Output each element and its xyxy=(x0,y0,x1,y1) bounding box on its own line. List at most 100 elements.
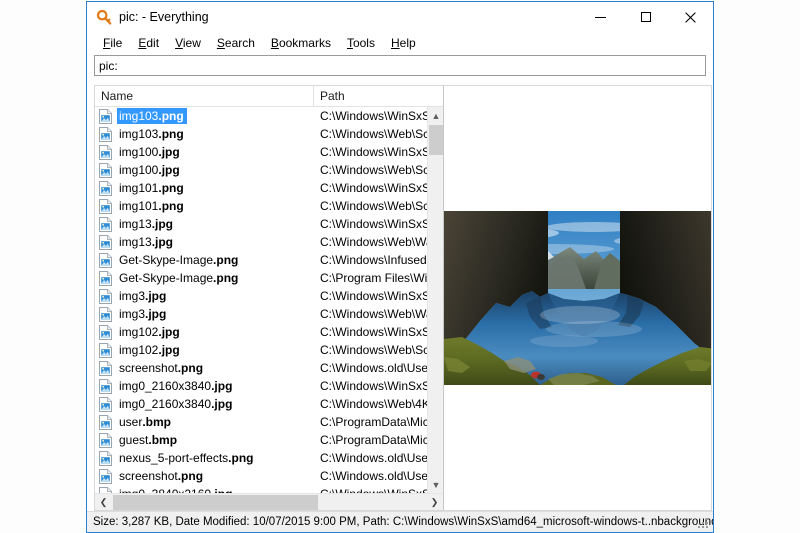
table-row[interactable]: img13.jpgC:\Windows\Web\Wa xyxy=(95,233,443,251)
image-file-icon xyxy=(99,199,112,214)
cell-path: C:\Windows\Web\Scr xyxy=(314,199,443,213)
file-extension: .jpg xyxy=(158,145,179,159)
table-row[interactable]: img0_2160x3840.jpgC:\Windows\Web\4K\ xyxy=(95,395,443,413)
table-row[interactable]: screenshot.pngC:\Windows.old\Users xyxy=(95,359,443,377)
magnifier-key-icon xyxy=(95,8,113,26)
menu-help-accel: H xyxy=(391,36,400,50)
image-file-icon xyxy=(99,325,112,340)
file-name-highlight: img101.png xyxy=(117,198,187,214)
menu-bookmarks[interactable]: Bookmarks xyxy=(263,34,339,52)
file-extension: .jpg xyxy=(152,235,173,249)
table-row[interactable]: Get-Skype-Image.pngC:\Windows\InfusedA xyxy=(95,251,443,269)
search-input[interactable] xyxy=(94,55,706,76)
file-name-highlight: img101.png xyxy=(117,180,187,196)
scroll-up-button[interactable]: ▲ xyxy=(428,107,443,124)
file-name-highlight: img102.jpg xyxy=(117,342,183,358)
scroll-down-button[interactable]: ▼ xyxy=(428,476,443,493)
menu-bookmarks-accel: B xyxy=(271,36,279,50)
table-row[interactable]: nexus_5-port-effects.png C:\Windows.old\U… xyxy=(95,449,443,467)
table-row[interactable]: user.bmp C:\ProgramData\Micr xyxy=(95,413,443,431)
resize-grip-icon[interactable] xyxy=(698,518,710,530)
menu-search[interactable]: Search xyxy=(209,34,263,52)
menu-bar: File Edit View Search Bookmarks Tools He… xyxy=(87,32,713,53)
horizontal-scrollbar[interactable]: ❮ ❯ xyxy=(95,493,443,510)
image-file-icon xyxy=(99,253,112,268)
cell-name: img101.png xyxy=(95,198,314,214)
table-row[interactable]: img102.jpgC:\Windows\WinSxS\a xyxy=(95,323,443,341)
minimize-button[interactable] xyxy=(578,2,623,32)
cell-name: img0_2160x3840.jpg xyxy=(95,378,314,394)
menu-file-rest: ile xyxy=(110,36,122,50)
file-name-highlight: nexus_5-port-effects.png xyxy=(117,450,257,466)
vertical-scrollbar-thumb[interactable] xyxy=(429,125,443,155)
search-bar xyxy=(87,53,713,85)
close-button[interactable] xyxy=(668,2,713,32)
menu-help[interactable]: Help xyxy=(383,34,424,52)
cell-name: guest.bmp xyxy=(95,432,314,448)
file-name-highlight: img13.jpg xyxy=(117,216,176,232)
file-extension: .jpg xyxy=(145,307,166,321)
file-name: Get-Skype-Image.png xyxy=(119,271,238,285)
menu-bookmarks-rest: ookmarks xyxy=(279,36,331,50)
file-name-highlight: img0_2160x3840.jpg xyxy=(117,378,235,394)
file-name-highlight: img103.png xyxy=(117,126,187,142)
image-file-icon xyxy=(99,343,112,358)
menu-edit[interactable]: Edit xyxy=(130,34,167,52)
cell-name: Get-Skype-Image.png xyxy=(95,252,314,268)
file-extension: .jpg xyxy=(158,163,179,177)
cell-name: user.bmp xyxy=(95,414,314,430)
table-row[interactable]: guest.bmpC:\ProgramData\Micr xyxy=(95,431,443,449)
image-file-icon xyxy=(99,379,112,394)
table-row[interactable]: img101.pngC:\Windows\WinSxS\a xyxy=(95,179,443,197)
cell-name: screenshot.png xyxy=(95,360,314,376)
file-name: nexus_5-port-effects.png xyxy=(119,451,254,465)
file-name-highlight: Get-Skype-Image.png xyxy=(117,270,241,286)
column-header-name[interactable]: Name xyxy=(95,86,314,106)
table-row[interactable]: img3.jpgC:\Windows\Web\Wa xyxy=(95,305,443,323)
table-row[interactable]: screenshot.pngC:\Windows.old\Users xyxy=(95,467,443,485)
cell-name: img3.jpg xyxy=(95,306,314,322)
scroll-left-button[interactable]: ❮ xyxy=(95,494,112,511)
cell-path: C:\Windows\Web\Scr xyxy=(314,127,443,141)
file-name: img3.jpg xyxy=(119,289,166,303)
scroll-right-button[interactable]: ❯ xyxy=(426,494,443,511)
cell-path: C:\Windows\InfusedA xyxy=(314,253,443,267)
menu-tools[interactable]: Tools xyxy=(339,34,383,52)
cell-name: img103.png xyxy=(95,108,314,124)
table-row[interactable]: img103.png C:\Windows\Web\Scr xyxy=(95,125,443,143)
menu-file[interactable]: File xyxy=(95,34,130,52)
results-rows[interactable]: img103.pngC:\Windows\WinSxS\aimg103.pngC… xyxy=(95,107,443,493)
image-file-icon xyxy=(99,271,112,286)
menu-help-rest: elp xyxy=(400,36,416,50)
table-row[interactable]: img101.png C:\Windows\Web\Scr xyxy=(95,197,443,215)
table-row[interactable]: img102.jpgC:\Windows\Web\Scr xyxy=(95,341,443,359)
file-name-highlight: img3.jpg xyxy=(117,306,169,322)
file-extension: .png xyxy=(158,199,183,213)
window-title: pic: - Everything xyxy=(119,10,209,24)
file-name: img101.png xyxy=(119,199,184,213)
column-header-path[interactable]: Path xyxy=(314,86,443,106)
menu-view[interactable]: View xyxy=(167,34,209,52)
table-row[interactable]: img13.jpg C:\Windows\WinSxS\a xyxy=(95,215,443,233)
cell-name: img100.jpg xyxy=(95,144,314,160)
table-row[interactable]: img0_3840x2160.jpgC:\Windows\WinSxS\a xyxy=(95,485,443,493)
table-row[interactable]: img100.jpgC:\Windows\WinSxS\a xyxy=(95,143,443,161)
horizontal-scrollbar-thumb[interactable] xyxy=(113,495,318,510)
table-row[interactable]: Get-Skype-Image.pngC:\Program Files\Win xyxy=(95,269,443,287)
table-row[interactable]: img103.pngC:\Windows\WinSxS\a xyxy=(95,107,443,125)
cell-name: img101.png xyxy=(95,180,314,196)
cell-path: C:\Windows.old\Users xyxy=(314,451,443,465)
table-row[interactable]: img0_2160x3840.jpgC:\Windows\WinSxS\a xyxy=(95,377,443,395)
file-name: user.bmp xyxy=(119,415,171,429)
cell-path: C:\Windows\WinSxS\a xyxy=(314,325,443,339)
cell-path: C:\Windows\WinSxS\a xyxy=(314,217,443,231)
maximize-button[interactable] xyxy=(623,2,668,32)
cell-path: C:\Windows\WinSxS\a xyxy=(314,145,443,159)
title-bar[interactable]: pic: - Everything xyxy=(87,2,713,32)
file-name-highlight: screenshot.png xyxy=(117,360,206,376)
table-row[interactable]: img3.jpgC:\Windows\WinSxS\a xyxy=(95,287,443,305)
table-row[interactable]: img100.jpgC:\Windows\Web\Scr xyxy=(95,161,443,179)
cell-path: C:\ProgramData\Micr xyxy=(314,415,443,429)
cell-name: img13.jpg xyxy=(95,216,314,232)
vertical-scrollbar[interactable]: ▲ ▼ xyxy=(427,107,443,493)
